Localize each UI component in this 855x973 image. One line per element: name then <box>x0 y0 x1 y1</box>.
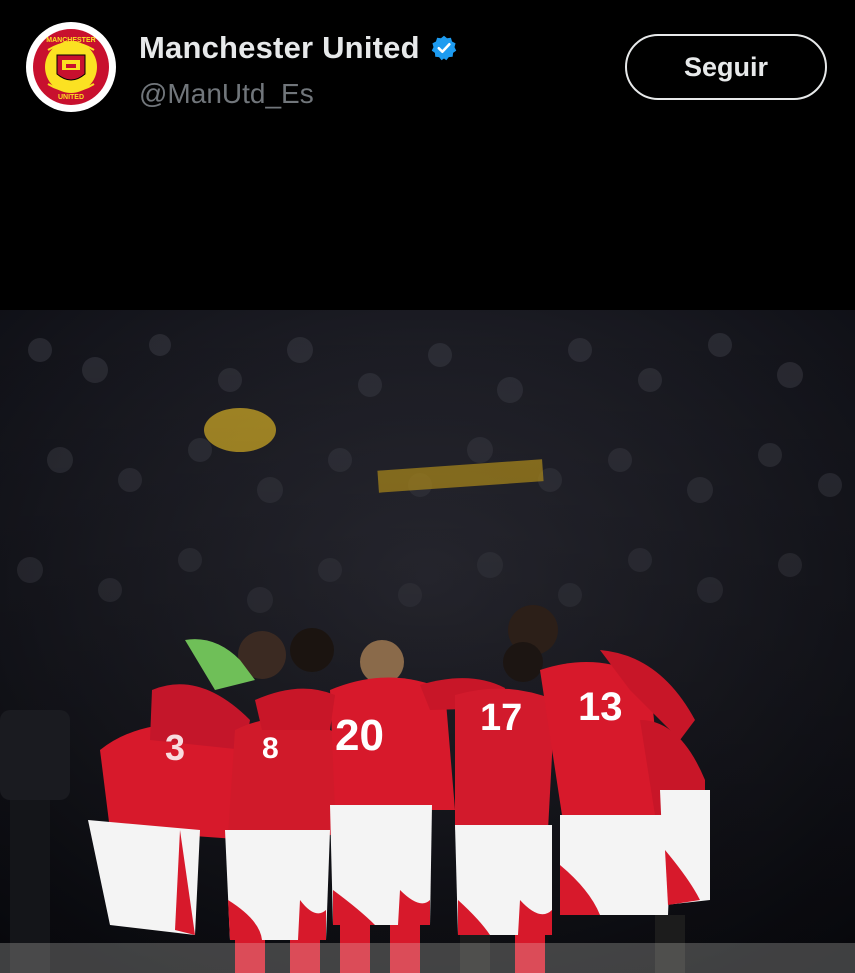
crest-top-text: MANCHESTER <box>46 37 95 44</box>
team-huddle-photo-icon: 3 8 20 17 13 <box>0 310 855 973</box>
verified-badge-icon <box>430 34 458 62</box>
svg-text:3: 3 <box>165 727 185 768</box>
tweet-header: MANCHESTER UNITED Manchester United @Man… <box>0 0 855 310</box>
account-handle[interactable]: @ManUtd_Es <box>139 78 314 110</box>
shirt-number-13: 13 <box>578 685 623 729</box>
follow-button[interactable]: Seguir <box>625 34 827 100</box>
post-image[interactable]: 3 8 20 17 13 <box>0 310 855 973</box>
shirt-number-8: 8 <box>262 732 279 765</box>
shirt-number-17: 17 <box>480 697 522 739</box>
name-row: Manchester United <box>139 30 458 66</box>
shirt-number-20: 20 <box>335 711 384 760</box>
crest-bottom-text: UNITED <box>58 94 84 101</box>
avatar[interactable]: MANCHESTER UNITED <box>26 22 116 112</box>
manchester-united-crest-icon: MANCHESTER UNITED <box>27 23 115 111</box>
display-name[interactable]: Manchester United <box>139 30 420 66</box>
